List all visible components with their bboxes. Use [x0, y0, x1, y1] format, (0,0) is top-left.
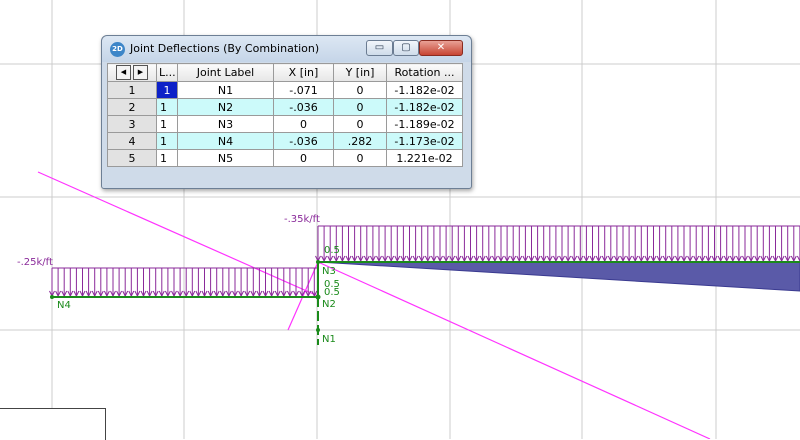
deflections-table[interactable]: ◀▶ L... Joint Label X [in] Y [in] Rotati… — [107, 63, 463, 167]
annotation-1: 0.5 — [324, 245, 340, 256]
cell-joint-label[interactable]: N1 — [178, 82, 274, 99]
cell-x[interactable]: -.036 — [274, 133, 334, 150]
cell-x[interactable]: 0 — [274, 150, 334, 167]
minimize-button[interactable]: ▭ — [366, 40, 393, 56]
deflected-shape — [38, 172, 710, 439]
table-row[interactable]: 1 1 N1 -.071 0 -1.182e-02 — [108, 82, 463, 99]
row-number[interactable]: 1 — [108, 82, 157, 99]
table-row[interactable]: 5 1 N5 0 0 1.221e-02 — [108, 150, 463, 167]
col-header-joint-label[interactable]: Joint Label — [178, 64, 274, 82]
annotation-3: 0.5 — [324, 287, 340, 298]
row-number[interactable]: 3 — [108, 116, 157, 133]
cell-rotation[interactable]: -1.173e-02 — [387, 133, 463, 150]
cell-joint-label[interactable]: N3 — [178, 116, 274, 133]
col-header-y[interactable]: Y [in] — [334, 64, 387, 82]
prev-arrow-icon[interactable]: ◀ — [116, 65, 131, 80]
cell-rotation[interactable]: -1.189e-02 — [387, 116, 463, 133]
col-header-x[interactable]: X [in] — [274, 64, 334, 82]
load-label-right: -.35k/ft — [284, 214, 320, 225]
node-label-n4: N4 — [57, 300, 71, 311]
table-header-row: ◀▶ L... Joint Label X [in] Y [in] Rotati… — [108, 64, 463, 82]
cell-y[interactable]: 0 — [334, 99, 387, 116]
nav-buttons[interactable]: ◀▶ — [108, 64, 157, 82]
cell-y[interactable]: .282 — [334, 133, 387, 150]
cell-lc[interactable]: 1 — [157, 116, 178, 133]
close-button[interactable]: ✕ — [419, 40, 463, 56]
overlay-panel-corner — [0, 408, 106, 440]
next-arrow-icon[interactable]: ▶ — [133, 65, 148, 80]
cell-lc[interactable]: 1 — [157, 133, 178, 150]
minimize-icon: ▭ — [367, 41, 392, 55]
cell-y[interactable]: 0 — [334, 116, 387, 133]
load-label-left: -.25k/ft — [17, 257, 53, 268]
window-title: Joint Deflections (By Combination) — [130, 42, 319, 55]
row-number[interactable]: 2 — [108, 99, 157, 116]
cell-joint-label[interactable]: N4 — [178, 133, 274, 150]
cell-joint-label[interactable]: N2 — [178, 99, 274, 116]
cell-lc[interactable]: 1 — [157, 82, 178, 99]
maximize-icon: ▢ — [394, 41, 418, 55]
table-row[interactable]: 2 1 N2 -.036 0 -1.182e-02 — [108, 99, 463, 116]
maximize-button[interactable]: ▢ — [393, 40, 419, 56]
row-number[interactable]: 5 — [108, 150, 157, 167]
distributed-load-right — [316, 226, 800, 261]
table-row[interactable]: 3 1 N3 0 0 -1.189e-02 — [108, 116, 463, 133]
node-label-n2: N2 — [322, 299, 336, 310]
force-diagram-fill — [318, 262, 800, 291]
cell-y[interactable]: 0 — [334, 150, 387, 167]
cell-rotation[interactable]: -1.182e-02 — [387, 99, 463, 116]
node-label-n3: N3 — [322, 266, 336, 277]
table-row[interactable]: 4 1 N4 -.036 .282 -1.173e-02 — [108, 133, 463, 150]
close-icon: ✕ — [420, 41, 462, 55]
col-header-rotation[interactable]: Rotation ... — [387, 64, 463, 82]
node-label-n1: N1 — [322, 334, 336, 345]
col-header-lc[interactable]: L... — [157, 64, 178, 82]
window-titlebar[interactable]: 2D Joint Deflections (By Combination) ▭ … — [102, 36, 471, 62]
row-number[interactable]: 4 — [108, 133, 157, 150]
cell-x[interactable]: -.036 — [274, 99, 334, 116]
cell-y[interactable]: 0 — [334, 82, 387, 99]
cell-rotation[interactable]: 1.221e-02 — [387, 150, 463, 167]
joint-deflections-window[interactable]: 2D Joint Deflections (By Combination) ▭ … — [101, 35, 472, 189]
cell-joint-label[interactable]: N5 — [178, 150, 274, 167]
cell-lc[interactable]: 1 — [157, 99, 178, 116]
app-2d-icon: 2D — [110, 42, 125, 57]
cell-x[interactable]: 0 — [274, 116, 334, 133]
cell-rotation[interactable]: -1.182e-02 — [387, 82, 463, 99]
cell-x[interactable]: -.071 — [274, 82, 334, 99]
cell-lc[interactable]: 1 — [157, 150, 178, 167]
